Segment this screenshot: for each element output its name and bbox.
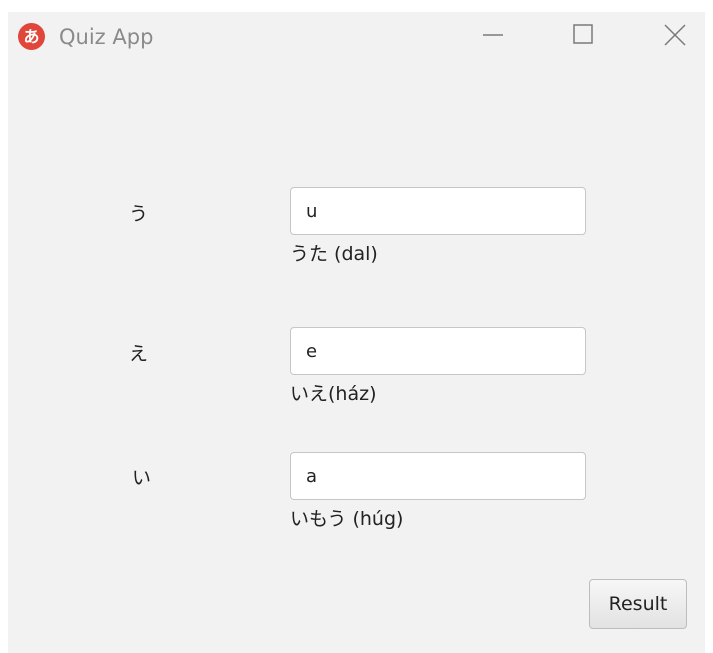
result-button[interactable]: Result [589,579,687,629]
app-logo-icon: あ [18,23,45,50]
close-icon [664,24,686,46]
quiz-character-1: う [129,203,149,225]
answer-input-3[interactable] [290,452,586,500]
hint-label-2: いえ(ház) [290,383,377,405]
maximize-icon [573,24,593,44]
answer-input-1[interactable] [290,187,586,235]
hint-label-1: うた (dal) [290,243,378,265]
title-bar[interactable]: あ Quiz App [8,12,705,62]
minimize-icon [483,34,503,36]
answer-input-2[interactable] [290,327,586,375]
app-window: あ Quiz App う うた (dal) え いえ(ház) い いもう (h… [8,12,705,653]
window-title: Quiz App [59,25,154,49]
maximize-button[interactable] [553,12,613,58]
close-button[interactable] [645,12,705,58]
hint-label-3: いもう (húg) [290,508,404,530]
quiz-character-3: い [132,467,152,489]
minimize-button[interactable] [463,12,523,58]
quiz-character-2: え [129,343,149,365]
